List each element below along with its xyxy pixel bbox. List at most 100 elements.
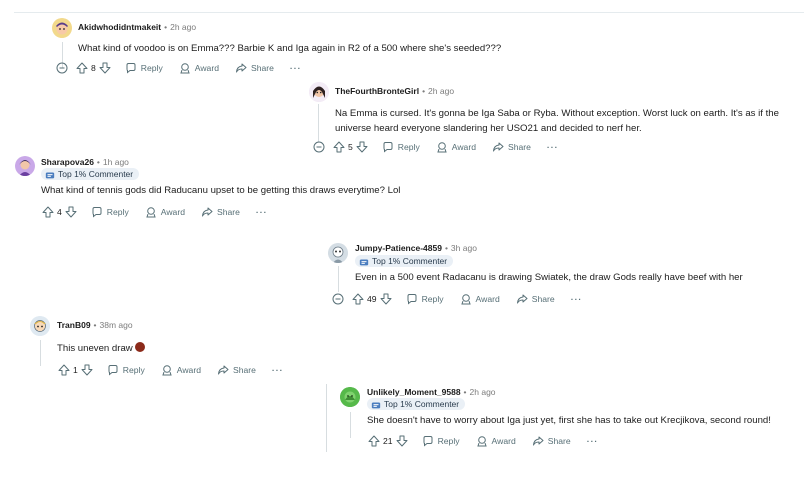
reply-button[interactable]: Reply (91, 206, 129, 218)
username[interactable]: TheFourthBronteGirl (335, 86, 419, 96)
separator-dot: • (422, 86, 426, 96)
upvote-icon[interactable] (58, 364, 70, 376)
downvote-icon[interactable] (356, 141, 368, 153)
reply-button[interactable]: Reply (422, 435, 460, 447)
avatar[interactable] (328, 243, 348, 263)
award-icon (476, 435, 488, 447)
emoji-icon (134, 342, 145, 352)
timestamp[interactable]: 2h ago (470, 387, 496, 397)
award-label: Award (176, 365, 201, 375)
separator-dot: • (444, 243, 448, 253)
downvote-icon[interactable] (380, 293, 392, 305)
comment-body: What kind of voodoo is on Emma??? Barbie… (78, 41, 501, 56)
avatar[interactable] (30, 316, 50, 336)
share-button[interactable]: Share (492, 141, 531, 153)
award-button[interactable]: Award (161, 364, 201, 376)
award-label: Award (194, 63, 219, 73)
upvote-icon[interactable] (42, 206, 54, 218)
reply-label: Reply (421, 294, 444, 304)
vote-count: 49 (367, 294, 377, 304)
username[interactable]: Sharapova26 (41, 157, 94, 167)
vote-count: 1 (73, 365, 78, 375)
reply-button[interactable]: Reply (406, 293, 444, 305)
badge-label: Top 1% Commenter (58, 169, 134, 179)
share-label: Share (547, 436, 571, 446)
downvote-icon[interactable] (81, 364, 93, 376)
collapse-icon[interactable] (313, 141, 325, 153)
share-button[interactable]: Share (516, 293, 555, 305)
downvote-icon[interactable] (65, 206, 77, 218)
more-options-button[interactable]: ··· (571, 294, 583, 304)
thread-line (318, 104, 319, 142)
share-icon (492, 141, 504, 153)
thread-line (350, 412, 351, 438)
downvote-icon[interactable] (99, 62, 111, 74)
upvote-icon[interactable] (333, 141, 345, 153)
top-commenter-badge[interactable]: Top 1% Commenter (355, 255, 454, 267)
collapse-icon[interactable] (332, 293, 344, 305)
comment-text: This uneven draw (57, 343, 133, 354)
award-button[interactable]: Award (179, 62, 219, 74)
share-label: Share (232, 365, 256, 375)
more-options-button[interactable]: ··· (587, 436, 599, 446)
avatar[interactable] (309, 82, 329, 102)
avatar[interactable] (52, 18, 72, 38)
upvote-icon[interactable] (76, 62, 88, 74)
username[interactable]: TranB09 (57, 320, 91, 330)
award-label: Award (491, 436, 516, 446)
reply-label: Reply (397, 142, 420, 152)
timestamp[interactable]: 3h ago (451, 243, 477, 253)
top-commenter-badge[interactable]: Top 1% Commenter (367, 398, 466, 410)
top-commenter-badge[interactable]: Top 1% Commenter (41, 168, 140, 180)
vote-count: 5 (348, 142, 353, 152)
avatar[interactable] (15, 156, 35, 176)
share-button[interactable]: Share (201, 206, 240, 218)
award-label: Award (475, 294, 500, 304)
award-button[interactable]: Award (476, 435, 516, 447)
collapse-icon[interactable] (56, 62, 68, 74)
reply-icon (422, 435, 434, 447)
username[interactable]: Akidwhodidntmakeit (78, 22, 161, 32)
separator-dot: • (164, 22, 168, 32)
avatar[interactable] (340, 387, 360, 407)
award-button[interactable]: Award (145, 206, 185, 218)
reply-button[interactable]: Reply (107, 364, 145, 376)
share-button[interactable]: Share (217, 364, 256, 376)
timestamp[interactable]: 1h ago (103, 157, 129, 167)
downvote-icon[interactable] (396, 435, 408, 447)
separator-dot: • (463, 387, 467, 397)
thread-line (40, 340, 41, 366)
award-icon (161, 364, 173, 376)
badge-label: Top 1% Commenter (372, 256, 448, 266)
thread-line (326, 384, 327, 452)
reply-label: Reply (122, 365, 145, 375)
separator-dot: • (96, 157, 100, 167)
more-options-button[interactable]: ··· (272, 365, 284, 375)
reply-icon (406, 293, 418, 305)
timestamp[interactable]: 38m ago (100, 320, 133, 330)
top-divider (14, 12, 804, 13)
award-button[interactable]: Award (460, 293, 500, 305)
reply-label: Reply (106, 207, 129, 217)
share-button[interactable]: Share (532, 435, 571, 447)
more-options-button[interactable]: ··· (256, 207, 268, 217)
reply-button[interactable]: Reply (382, 141, 420, 153)
username[interactable]: Unlikely_Moment_9588 (367, 387, 461, 397)
separator-dot: • (93, 320, 97, 330)
reply-button[interactable]: Reply (125, 62, 163, 74)
more-options-button[interactable]: ··· (547, 142, 559, 152)
award-label: Award (160, 207, 185, 217)
timestamp[interactable]: 2h ago (428, 86, 454, 96)
reply-icon (107, 364, 119, 376)
badge-icon (359, 256, 369, 266)
upvote-icon[interactable] (352, 293, 364, 305)
more-options-button[interactable]: ··· (290, 63, 302, 73)
username[interactable]: Jumpy-Patience-4859 (355, 243, 442, 253)
comment-body: What kind of tennis gods did Raducanu up… (41, 183, 400, 198)
upvote-icon[interactable] (368, 435, 380, 447)
comment-text: Na Emma is cursed. It's gonna be Iga Sab… (335, 108, 779, 119)
comment-body: Even in a 500 event Radacanu is drawing … (355, 270, 743, 285)
share-button[interactable]: Share (235, 62, 274, 74)
award-button[interactable]: Award (436, 141, 476, 153)
timestamp[interactable]: 2h ago (170, 22, 196, 32)
